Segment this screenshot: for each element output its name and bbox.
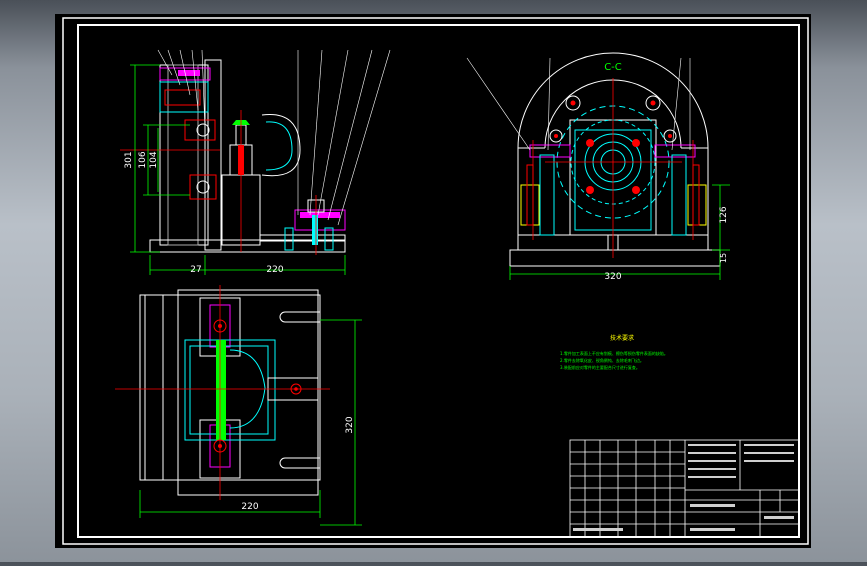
dim-plan-height: 320: [345, 416, 355, 433]
section-label: C-C: [604, 62, 622, 73]
plan-slot: [216, 340, 226, 440]
dim-plan-width: 220: [241, 502, 258, 512]
dim-section-height: 126: [719, 206, 729, 223]
tech-req-line-3: 3.装配前应对零件的主要配合尺寸进行复查。: [560, 364, 640, 370]
drawing-canvas: 301 106 104 27 220 C-C 320 126 15 220 32…: [55, 14, 811, 548]
tech-req-title: 技术要求: [610, 334, 634, 342]
tech-req-line-1: 1.零件加工表面上不应有划痕、擦伤等损伤零件表面的缺陷。: [560, 350, 668, 356]
dim-side-height-inner: 104: [149, 151, 159, 168]
dim-side-width: 220: [266, 265, 283, 275]
dim-side-height-outer: 301: [124, 151, 134, 168]
dim-side-offset: 27: [190, 265, 201, 275]
dim-side-height-mid: 106: [138, 151, 148, 168]
dim-section-width: 320: [604, 272, 621, 282]
tech-req-line-2: 2.零件去除氧化皮、锐角倒钝、去除毛刺飞边。: [560, 357, 644, 363]
cad-viewport: 301 106 104 27 220 C-C 320 126 15 220 32…: [0, 0, 867, 562]
dim-section-base: 15: [719, 253, 728, 263]
